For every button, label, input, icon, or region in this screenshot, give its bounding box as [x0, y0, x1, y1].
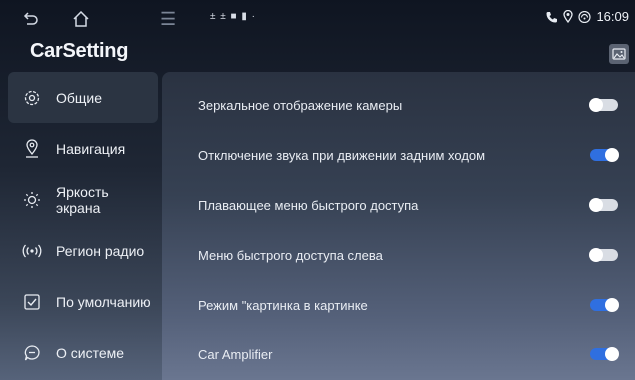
toggle-knob — [605, 298, 619, 312]
sidebar-item-about[interactable]: О системе — [8, 327, 158, 378]
setting-camera-mirror[interactable]: Зеркальное отображение камеры — [198, 85, 618, 125]
sidebar-item-label: Навигация — [56, 140, 126, 157]
menu-icon[interactable]: ☰ — [160, 9, 176, 30]
setting-label: Плавающее меню быстрого доступа — [198, 197, 419, 213]
sidebar-item-label: По умолчанию — [56, 293, 151, 310]
left-menu-toggle[interactable] — [589, 248, 618, 262]
clock: 16:09 — [596, 9, 629, 24]
toggle-knob — [605, 148, 619, 162]
app-title: CarSetting — [30, 40, 129, 62]
toggle-knob — [589, 98, 603, 112]
car-amplifier-toggle[interactable] — [590, 347, 619, 361]
back-icon — [23, 12, 38, 25]
setting-floating-menu[interactable]: Плавающее меню быстрого доступа — [198, 185, 618, 225]
settings-panel: Зеркальное отображение камеры Отключение… — [162, 72, 635, 380]
setting-pip[interactable]: Режим "картинка в картинке — [198, 285, 619, 325]
setting-left-menu[interactable]: Меню быстрого доступа слева — [198, 235, 618, 275]
toggle-knob — [589, 198, 603, 212]
back-button[interactable] — [22, 10, 40, 28]
image-icon — [612, 48, 626, 60]
sidebar-item-radio-region[interactable]: Регион радио — [8, 225, 158, 276]
setting-reverse-mute[interactable]: Отключение звука при движении задним ход… — [198, 135, 619, 175]
setting-label: Режим "картинка в картинке — [198, 297, 368, 313]
sidebar-item-defaults[interactable]: По умолчанию — [8, 276, 158, 327]
sidebar-item-brightness[interactable]: Яркость экрана — [8, 174, 158, 225]
pip-toggle[interactable] — [590, 298, 619, 312]
home-button[interactable] — [72, 10, 90, 28]
setting-label: Отключение звука при движении задним ход… — [198, 147, 486, 163]
setting-label: Car Amplifier — [198, 346, 273, 362]
floating-menu-toggle[interactable] — [589, 198, 618, 212]
setting-label: Зеркальное отображение камеры — [198, 97, 403, 113]
setting-label: Меню быстрого доступа слева — [198, 247, 383, 263]
radio-signal-icon — [22, 241, 42, 261]
status-bar: ☰ ± ± ■ ▮ · 16:09 — [0, 0, 635, 36]
camera-mirror-toggle[interactable] — [589, 98, 618, 112]
location-pin-icon — [22, 138, 42, 159]
toggle-knob — [605, 347, 619, 361]
sidebar-item-label: Регион радио — [56, 242, 145, 259]
chat-info-icon — [22, 343, 42, 363]
home-icon — [73, 11, 89, 27]
sidebar-item-general[interactable]: Общие — [8, 72, 158, 123]
gallery-button[interactable] — [609, 44, 629, 64]
sidebar-item-label: Общие — [56, 89, 103, 106]
gear-icon — [22, 88, 42, 108]
brightness-icon — [22, 190, 42, 210]
sidebar-item-navigation[interactable]: Навигация — [8, 123, 158, 174]
sidebar-item-label: О системе — [56, 344, 125, 361]
phone-icon — [546, 11, 558, 22]
notification-icons: ± ± ■ ▮ · — [210, 11, 256, 22]
system-nav — [22, 10, 90, 28]
wifi-icon — [578, 10, 592, 23]
checkbox-icon — [22, 292, 42, 312]
setting-car-amplifier[interactable]: Car Amplifier — [198, 334, 619, 374]
toggle-knob — [589, 248, 603, 262]
reverse-mute-toggle[interactable] — [590, 148, 619, 162]
sidebar: Общие Навигация Яркость экрана Регион ра… — [8, 72, 158, 378]
status-right: 16:09 — [546, 9, 629, 24]
sidebar-item-label: Яркость экрана — [56, 183, 109, 216]
location-status-icon — [563, 10, 574, 23]
